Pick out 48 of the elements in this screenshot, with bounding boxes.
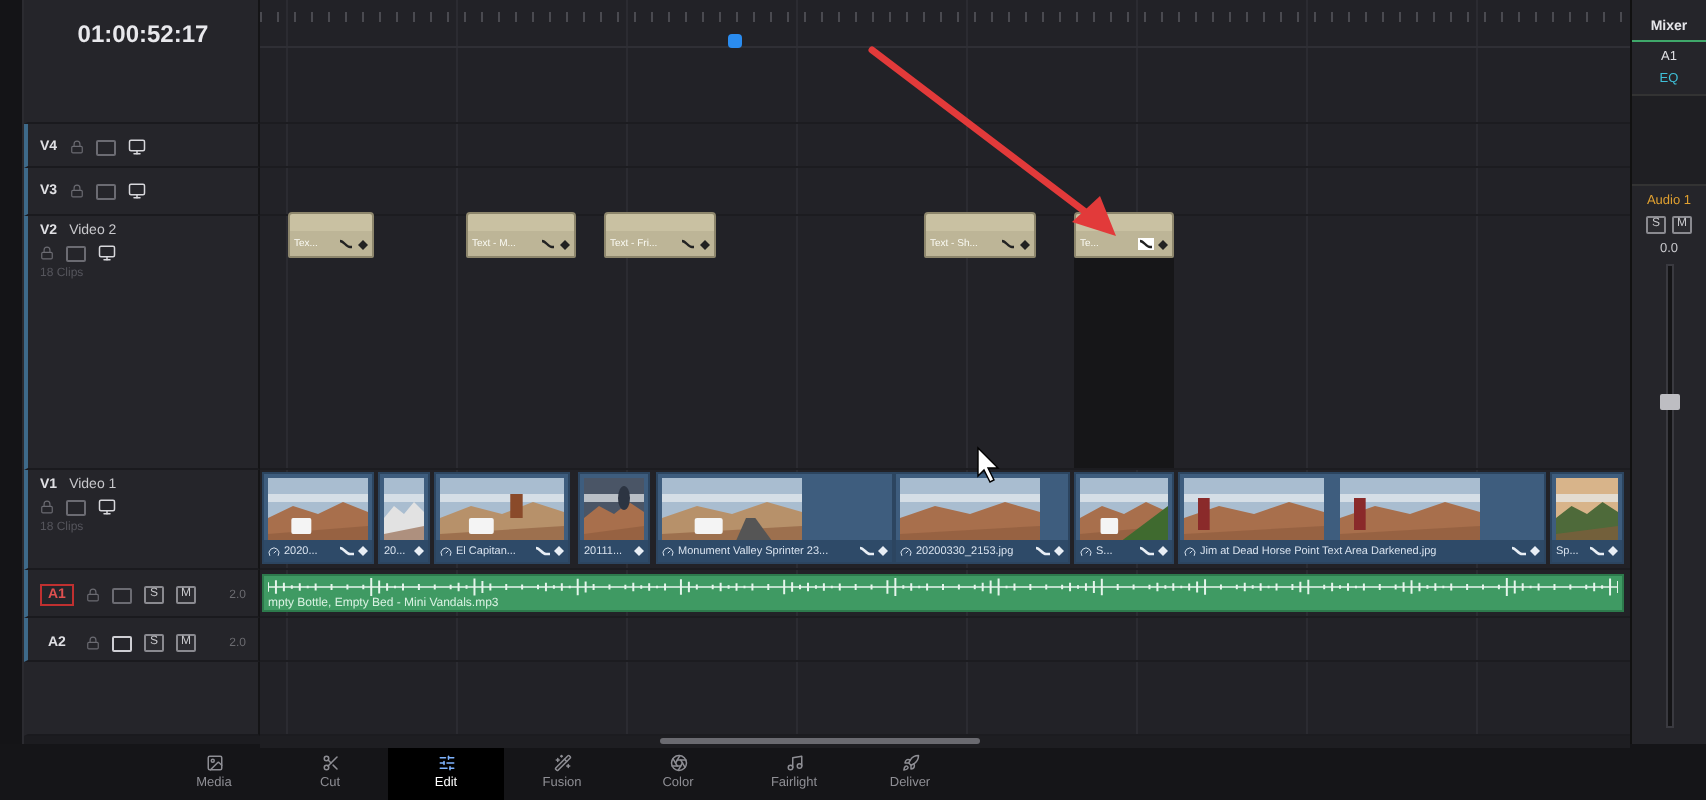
music-icon bbox=[785, 754, 803, 772]
keyframe-icon[interactable] bbox=[358, 240, 368, 250]
speed-icon bbox=[268, 545, 280, 557]
lock-icon[interactable] bbox=[69, 140, 84, 154]
keyframe-icon[interactable] bbox=[414, 546, 424, 556]
scissors-icon bbox=[321, 754, 339, 772]
lock-icon[interactable] bbox=[85, 636, 100, 650]
monitor-icon[interactable] bbox=[127, 182, 146, 200]
lock-icon[interactable] bbox=[69, 184, 84, 198]
rocket-icon bbox=[901, 754, 919, 772]
fader-thumb[interactable] bbox=[1659, 394, 1679, 411]
monitor-icon[interactable] bbox=[127, 138, 146, 156]
speed-icon bbox=[900, 545, 912, 557]
image-icon bbox=[205, 754, 223, 772]
cursor-icon bbox=[977, 446, 1000, 483]
speed-icon bbox=[440, 545, 452, 557]
speed-icon bbox=[1080, 545, 1092, 557]
keyframe-icon[interactable] bbox=[1608, 546, 1618, 556]
keyframe-icon[interactable] bbox=[1530, 546, 1540, 556]
keyframe-icon[interactable] bbox=[1020, 240, 1030, 250]
playhead-marker[interactable] bbox=[728, 34, 742, 48]
keyframe-icon[interactable] bbox=[634, 546, 644, 556]
lock-icon[interactable] bbox=[40, 246, 54, 260]
monitor-icon[interactable] bbox=[98, 498, 116, 516]
keyframe-icon[interactable] bbox=[358, 546, 368, 556]
scrollbar-thumb[interactable] bbox=[660, 738, 980, 744]
timecode: 01:00:52:17 bbox=[77, 20, 209, 48]
wand-icon bbox=[553, 754, 571, 772]
curve-icon[interactable] bbox=[338, 238, 354, 250]
curve-icon[interactable] bbox=[1138, 238, 1154, 250]
speed-icon bbox=[1184, 545, 1196, 557]
keyframe-icon[interactable] bbox=[878, 546, 888, 556]
scrollbar[interactable] bbox=[260, 736, 1630, 748]
keyframe-icon[interactable] bbox=[1158, 546, 1168, 556]
keyframe-icon[interactable] bbox=[1158, 240, 1168, 250]
keyframe-icon[interactable] bbox=[1054, 546, 1064, 556]
aperture-icon bbox=[669, 754, 687, 772]
lock-icon[interactable] bbox=[40, 500, 54, 514]
keyframe-icon[interactable] bbox=[554, 546, 564, 556]
keyframe-icon[interactable] bbox=[560, 240, 570, 250]
monitor-icon[interactable] bbox=[98, 244, 116, 262]
curve-icon[interactable] bbox=[540, 238, 556, 250]
curve-icon[interactable] bbox=[680, 238, 696, 250]
sliders-icon bbox=[437, 754, 455, 772]
lock-icon[interactable] bbox=[85, 588, 100, 602]
speed-icon bbox=[662, 545, 674, 557]
curve-icon[interactable] bbox=[1000, 238, 1016, 250]
keyframe-icon[interactable] bbox=[700, 240, 710, 250]
